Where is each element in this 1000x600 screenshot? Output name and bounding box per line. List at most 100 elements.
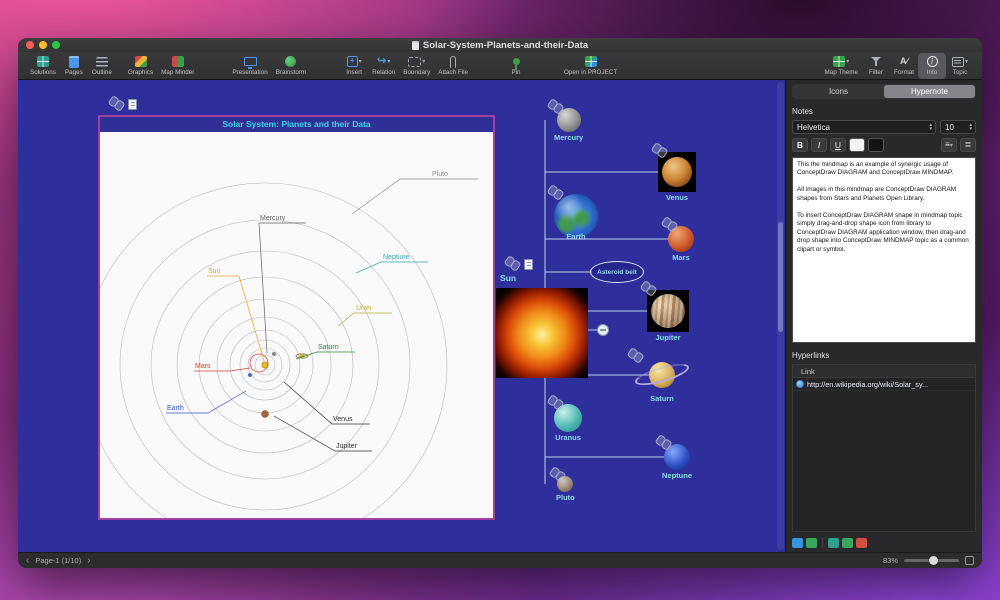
toolbar-topic[interactable]: ▾ Topic <box>946 53 974 79</box>
mindmap-topic-pluto[interactable]: Pluto <box>556 476 575 502</box>
mindmap-topic-jupiter[interactable]: Jupiter <box>647 290 689 342</box>
add-note-action-icon[interactable] <box>792 538 803 548</box>
chevron-down-icon: ▾ <box>964 59 968 65</box>
toolbar-filter[interactable]: Filter <box>862 53 890 79</box>
hyperlink-chain-icon[interactable] <box>505 255 520 271</box>
hyperlink-chain-icon[interactable] <box>548 98 563 114</box>
mindmap-topic-asteroid-belt[interactable]: Asteroid belt <box>590 261 644 283</box>
orbit-label-uran: Uran <box>356 305 371 312</box>
toolbar-solutions[interactable]: Solutions <box>26 53 60 79</box>
toolbar-insert[interactable]: ▾Insert <box>340 53 368 79</box>
mindmap-topic-saturn[interactable]: Saturn <box>633 357 691 403</box>
format-icon: A∕ <box>899 56 908 66</box>
mindmap-topic-neptune[interactable]: Neptune <box>662 444 692 480</box>
root-label: Sun <box>500 273 517 283</box>
toolbar-brainstorm[interactable]: Brainstorm <box>272 53 310 79</box>
hyperlink-row[interactable]: http://en.wikipedia.org/wiki/Solar_sy... <box>793 378 975 391</box>
alignment-button[interactable]: ≡ ▾ <box>941 138 957 152</box>
orbit-label-venus: Venus <box>333 416 353 423</box>
hyperlink-chain-icon[interactable] <box>652 142 667 158</box>
toolbar-pages[interactable]: Pages <box>60 53 88 79</box>
hyperlink-chain-icon[interactable] <box>548 184 563 200</box>
presentation-icon <box>243 57 257 69</box>
embedded-diagram-panel[interactable]: Solar System: Planets and their Data Plu… <box>98 115 495 520</box>
mindmap-root-sun-image[interactable] <box>496 288 588 378</box>
window-title: Solar-System-Planets-and-their-Data <box>422 39 589 51</box>
edit-link-action-icon[interactable] <box>842 538 853 548</box>
zoom-slider-thumb[interactable] <box>928 556 938 565</box>
mindmap-topic-uranus[interactable]: Uranus <box>554 404 582 442</box>
tab-icons[interactable]: Icons <box>793 85 884 98</box>
note-icon[interactable] <box>128 99 137 110</box>
page-indicator[interactable]: Page-1 (1/10) <box>35 556 81 565</box>
chevron-left-icon[interactable]: ‹ <box>26 555 29 566</box>
toolbar-pin[interactable]: Pin <box>502 53 530 79</box>
mindmap-topic-mercury[interactable]: Mercury <box>554 108 583 142</box>
window-controls <box>26 41 60 49</box>
background-color-swatch[interactable] <box>868 138 884 152</box>
close-button[interactable] <box>26 41 34 49</box>
orbit-circles <box>100 182 448 518</box>
minimize-button[interactable] <box>39 41 47 49</box>
toolbar-attach-file[interactable]: Attach File <box>434 53 472 79</box>
stepper-icon: ▲ ▼ <box>928 122 933 131</box>
hyperlink-chain-icon[interactable] <box>656 434 671 450</box>
mindmap-topic-venus[interactable]: Venus <box>658 152 696 202</box>
toolbar-open-in-project[interactable]: Open in PROJECT <box>560 53 621 79</box>
add-link-action-icon[interactable] <box>828 538 839 548</box>
toolbar-graphics[interactable]: Graphics <box>124 53 157 79</box>
toolbar-outline[interactable]: Outline <box>88 53 116 79</box>
toolbar-format[interactable]: A∕ Format <box>890 53 918 79</box>
scrollbar-thumb[interactable] <box>778 222 783 332</box>
hyperlink-chain-icon[interactable] <box>641 280 656 296</box>
topic-label: Earth <box>566 232 586 241</box>
toolbar-relation[interactable]: ↪ ▾ Relation <box>368 53 399 79</box>
toolbar-map-theme[interactable]: ▾ Map Theme <box>821 53 862 79</box>
vertical-scrollbar[interactable] <box>777 82 784 550</box>
font-family-select[interactable]: Helvetica ▲ ▼ <box>792 120 936 134</box>
hyperlinks-heading: Hyperlinks <box>792 351 830 360</box>
zoom-button[interactable] <box>52 41 60 49</box>
topic-label: Jupiter <box>655 333 681 342</box>
orbit-label-sun: Sun <box>208 268 221 275</box>
titlebar[interactable]: Solar-System-Planets-and-their-Data <box>18 38 982 52</box>
toolbar-boundary[interactable]: ▾ Boundary <box>399 53 434 79</box>
tab-hypernote[interactable]: Hypernote <box>884 85 975 98</box>
mindmap-canvas[interactable]: Solar System: Planets and their Data Plu… <box>18 80 785 552</box>
stepper-icon: ▲ ▼ <box>968 122 973 131</box>
list-button[interactable]: ≣ <box>960 138 976 152</box>
insert-icon <box>346 56 358 67</box>
mindmap-topic-mars[interactable]: Mars <box>668 226 694 262</box>
italic-button[interactable]: I <box>811 138 827 152</box>
zoom-slider[interactable] <box>904 556 959 565</box>
underline-button[interactable]: U <box>830 138 846 152</box>
solutions-icon <box>36 56 49 67</box>
hyperlink-chain-icon[interactable] <box>662 216 677 232</box>
orbit-diagram: Pluto Mercury Neptune Sun Uran Saturn Ma… <box>100 171 478 518</box>
right-sidebar: Icons Hypernote Notes Helvetica ▲ ▼ 10 ▲ ▼… <box>785 80 982 552</box>
remove-link-action-icon[interactable] <box>856 538 867 548</box>
font-size-value: 10 <box>945 122 954 132</box>
orbit-leader-uran <box>337 312 392 327</box>
font-size-select[interactable]: 10 ▲ ▼ <box>940 120 976 134</box>
notes-textarea[interactable]: This the mindmap is an example of synerg… <box>792 157 976 343</box>
remove-note-action-icon[interactable] <box>806 538 817 548</box>
hyperlink-chain-icon[interactable] <box>550 466 565 482</box>
bold-button[interactable]: B <box>792 138 808 152</box>
chevron-right-icon[interactable]: › <box>87 555 90 566</box>
note-icon[interactable] <box>524 259 533 270</box>
toolbar-map-minder[interactable]: Map Minder <box>157 53 198 79</box>
map-minder-icon <box>171 56 184 67</box>
hyperlink-chain-icon[interactable] <box>548 394 563 410</box>
chevron-down-icon: ▾ <box>846 59 850 65</box>
mindmap-topic-earth[interactable]: Earth <box>554 194 598 241</box>
toolbar-presentation[interactable]: Presentation <box>228 53 271 79</box>
info-icon <box>926 56 938 67</box>
fit-page-icon[interactable] <box>965 556 974 565</box>
hyperlinks-table: Link http://en.wikipedia.org/wiki/Solar_… <box>792 364 976 532</box>
topic-label: Mercury <box>554 133 584 142</box>
app-window: Solar-System-Planets-and-their-Data Solu… <box>18 38 982 568</box>
hyperlink-chain-icon[interactable] <box>109 95 124 111</box>
text-color-swatch[interactable] <box>849 138 865 152</box>
toolbar-info[interactable]: Info <box>918 52 946 79</box>
